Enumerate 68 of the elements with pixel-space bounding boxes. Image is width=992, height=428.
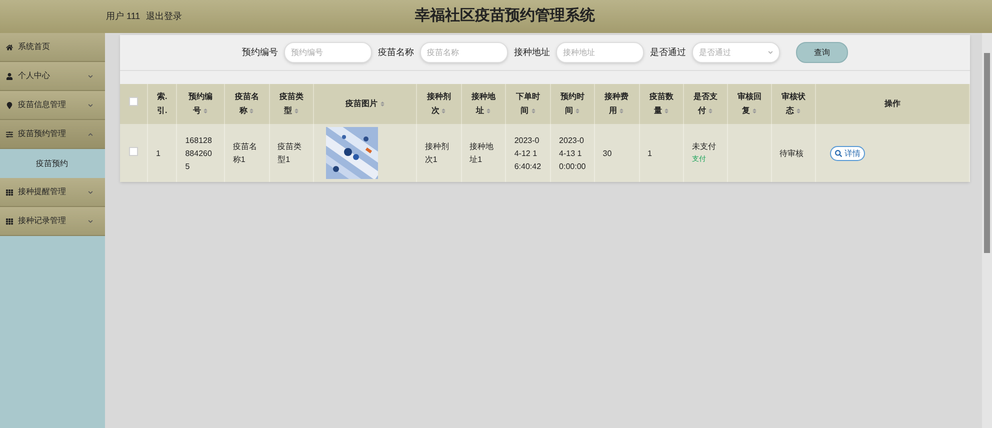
sort-icon xyxy=(380,100,385,107)
pin-icon xyxy=(6,102,13,108)
checkbox[interactable] xyxy=(129,146,138,156)
sort-icon xyxy=(664,108,669,114)
sort-icon xyxy=(796,108,802,114)
grid-icon xyxy=(6,188,13,196)
search-icon xyxy=(835,150,842,156)
search-label: 接种地址 xyxy=(514,46,550,59)
column-header: 预约编号 xyxy=(188,92,213,115)
query-button[interactable]: 查询 xyxy=(796,42,848,63)
search-field[interactable]: 疫苗名称 xyxy=(420,42,508,63)
column-header: 疫苗数量 xyxy=(649,92,674,115)
column-header: 预约时间 xyxy=(560,92,584,115)
column-header: 接种地址 xyxy=(471,92,496,115)
column-header: 审核状态 xyxy=(782,92,806,115)
sidebar-item[interactable]: 系统首页 xyxy=(0,33,105,62)
sort-icon xyxy=(203,108,208,114)
column-header: 疫苗名称 xyxy=(234,92,259,115)
sort-icon xyxy=(530,108,536,114)
table-cell: 接种剂次1 xyxy=(424,142,449,164)
sidebar-item[interactable]: 疫苗预约管理 xyxy=(0,120,105,149)
sort-icon xyxy=(752,108,757,114)
table-cell-text: 未支付 xyxy=(692,141,718,153)
column-header: 疫苗类型 xyxy=(279,92,304,115)
details-button[interactable]: 详情 xyxy=(830,146,866,160)
search-label: 是否通过 xyxy=(650,46,686,59)
logout-link[interactable]: 退出登录 xyxy=(146,10,182,24)
chevron-down-icon xyxy=(768,50,773,55)
sidebar-item[interactable]: 接种提醒管理 xyxy=(0,178,105,207)
search-field[interactable]: 接种地址 xyxy=(556,42,644,63)
sort-icon xyxy=(708,108,714,114)
table-cell: 2023-04-13 10:00:00 xyxy=(559,136,586,170)
sort-icon xyxy=(486,108,491,114)
table-cell: 疫苗类型1 xyxy=(278,142,302,164)
system-title: 幸福社区疫苗预约管理系统 xyxy=(415,6,595,26)
sort-icon xyxy=(574,108,580,114)
table-cell: 2023-04-12 16:40:42 xyxy=(514,136,542,170)
sidebar-item[interactable]: 接种记录管理 xyxy=(0,207,105,236)
column-header: 是否支付 xyxy=(694,92,718,115)
sort-icon xyxy=(249,108,254,114)
table-cell: 1681288842605 xyxy=(185,136,212,170)
grid-icon xyxy=(6,218,13,224)
home-icon xyxy=(6,44,13,50)
table-cell: 疫苗名称1 xyxy=(232,142,257,164)
column-header: 疫苗图片 xyxy=(346,99,385,108)
user-label: 用户 111 xyxy=(106,10,140,23)
table-cell: 1 xyxy=(648,148,652,158)
column-header: 接种费用 xyxy=(604,92,629,115)
column-header: 下单时间 xyxy=(516,92,540,115)
column-header: 接种剂次 xyxy=(426,92,451,115)
sort-icon xyxy=(619,108,624,114)
sort-icon xyxy=(441,108,446,114)
search-label: 疫苗名称 xyxy=(378,46,414,59)
column-header: 索.引. xyxy=(157,92,168,115)
sidebar-item[interactable]: 个人中心 xyxy=(0,62,105,91)
column-header: 操作 xyxy=(884,99,901,108)
sort-icon xyxy=(294,108,299,114)
table-cell: 接种地址1 xyxy=(470,142,494,164)
search-label: 预约编号 xyxy=(242,46,278,59)
checkbox[interactable] xyxy=(129,97,138,106)
sliders-icon xyxy=(6,130,13,138)
search-field[interactable]: 预约编号 xyxy=(284,42,372,63)
sidebar-item[interactable]: 疫苗信息管理 xyxy=(0,91,105,120)
user-icon xyxy=(6,72,13,80)
table-cell: 30 xyxy=(602,148,612,158)
table-cell: 1 xyxy=(156,148,160,158)
column-header: 审核回复 xyxy=(737,92,762,115)
table-cell: 待审核 xyxy=(780,148,804,158)
